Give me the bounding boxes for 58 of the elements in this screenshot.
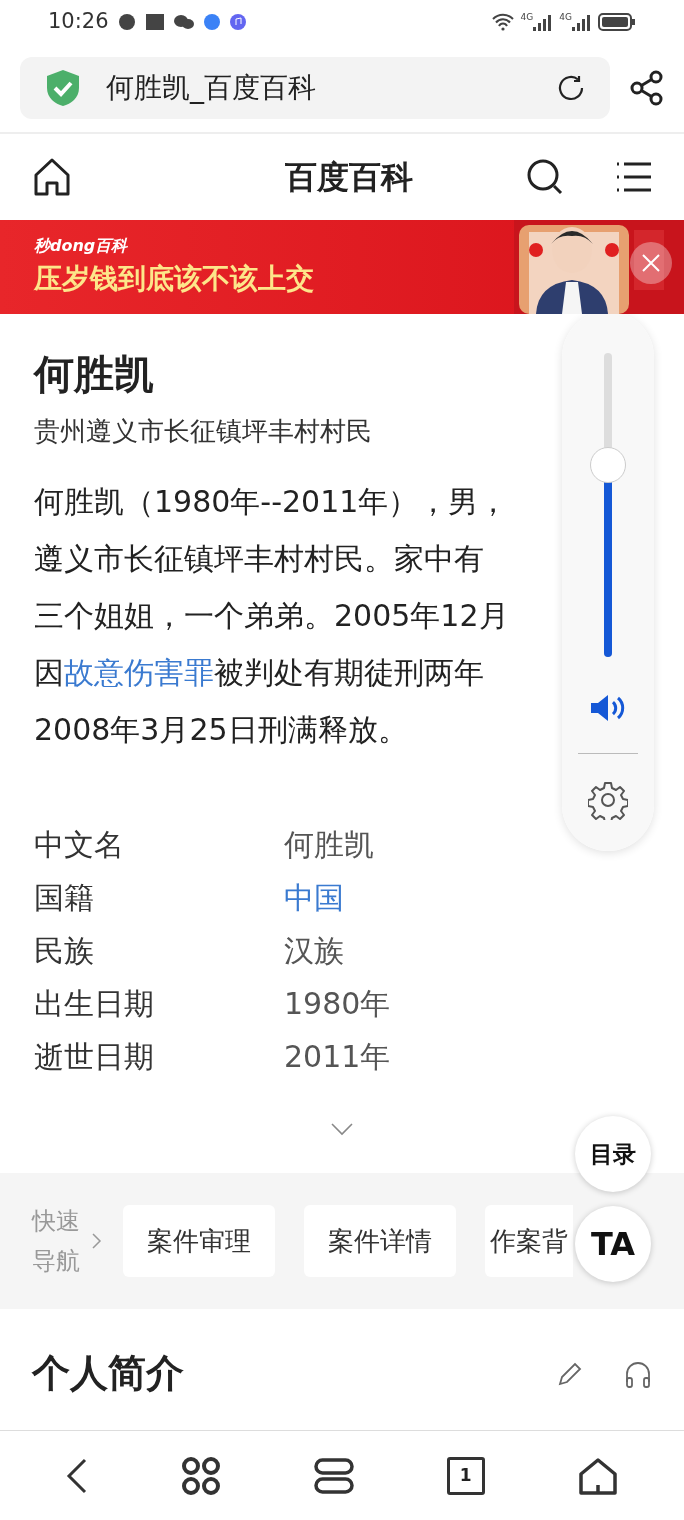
- quick-nav-tab[interactable]: 案件详情: [304, 1205, 456, 1277]
- quick-nav-tab[interactable]: 作案背: [485, 1205, 573, 1277]
- battery-icon: [598, 12, 636, 32]
- article-subtitle: 贵州遵义市长征镇坪丰村村民: [34, 415, 373, 448]
- info-label: 逝世日期: [34, 1038, 155, 1076]
- info-value: 1980年: [284, 985, 391, 1023]
- status-time: 10:26: [48, 8, 109, 36]
- chevron-down-icon[interactable]: [331, 1123, 353, 1137]
- volume-thumb[interactable]: [590, 447, 626, 484]
- wifi-icon: [490, 13, 515, 31]
- signal-icon: [572, 13, 592, 31]
- four-circles-icon[interactable]: [181, 1455, 222, 1496]
- link[interactable]: 故意伤害罪: [64, 655, 214, 690]
- address-bar[interactable]: 何胜凯_百度百科: [20, 57, 610, 119]
- info-label: 出生日期: [34, 985, 155, 1023]
- quick-nav-label: 快速导航: [32, 1206, 81, 1277]
- close-icon: [641, 253, 661, 273]
- paragraph-line: 三个姐姐，一个弟弟。2005年12月: [34, 597, 509, 635]
- info-value: 汉族: [284, 932, 344, 970]
- info-label: 中文名: [34, 826, 125, 864]
- shield-check-icon: [44, 68, 82, 108]
- banner-logo: 秒dong百科: [34, 235, 129, 257]
- paragraph-line: 遵义市长征镇坪丰村村民。家中有: [34, 540, 484, 578]
- section-heading: 个人简介: [32, 1350, 184, 1397]
- headphones-icon[interactable]: [624, 1359, 652, 1388]
- paragraph-line: 2008年3月25日刑满释放。: [34, 711, 408, 749]
- chat-icon: [172, 13, 195, 31]
- paragraph-line: 何胜凯（1980年--2011年），男，: [34, 483, 509, 521]
- info-label: 民族: [34, 932, 95, 970]
- home-icon[interactable]: [577, 1456, 618, 1495]
- ad-banner[interactable]: 秒dong百科 压岁钱到底该不该上交: [0, 220, 684, 314]
- search-icon[interactable]: [526, 158, 564, 196]
- info-value: 何胜凯: [284, 826, 374, 864]
- stacked-bars-icon[interactable]: [314, 1457, 354, 1494]
- info-value: 2011年: [284, 1038, 391, 1076]
- page-title: 何胜凯_百度百科: [106, 70, 317, 106]
- floating-button[interactable]: 目录: [575, 1116, 651, 1192]
- back-icon[interactable]: [66, 1457, 89, 1494]
- banner-close-button[interactable]: [630, 242, 672, 284]
- menu-icon[interactable]: [616, 161, 652, 193]
- home-icon[interactable]: [32, 157, 72, 197]
- share-icon[interactable]: [630, 70, 664, 106]
- volume-slider[interactable]: [590, 353, 626, 657]
- refresh-icon[interactable]: [556, 73, 586, 103]
- chevron-right-icon: [92, 1233, 102, 1249]
- site-title: 百度百科: [285, 157, 413, 198]
- banner-headline: 压岁钱到底该不该上交: [34, 261, 315, 297]
- article-title: 何胜凯: [34, 350, 155, 399]
- paragraph-line: 因故意伤害罪被判处有期徒刑两年: [34, 654, 484, 692]
- settings-icon[interactable]: [588, 780, 628, 820]
- quick-nav-tab[interactable]: 案件审理: [123, 1205, 275, 1277]
- speaker-icon[interactable]: [589, 693, 627, 723]
- info-label: 国籍: [34, 879, 95, 917]
- network-label: 4G: [520, 13, 534, 22]
- info-value[interactable]: 中国: [284, 875, 344, 920]
- signal-icon: [533, 13, 554, 31]
- network-label: 4G: [559, 13, 572, 22]
- tabs-button[interactable]: 1: [446, 1456, 485, 1495]
